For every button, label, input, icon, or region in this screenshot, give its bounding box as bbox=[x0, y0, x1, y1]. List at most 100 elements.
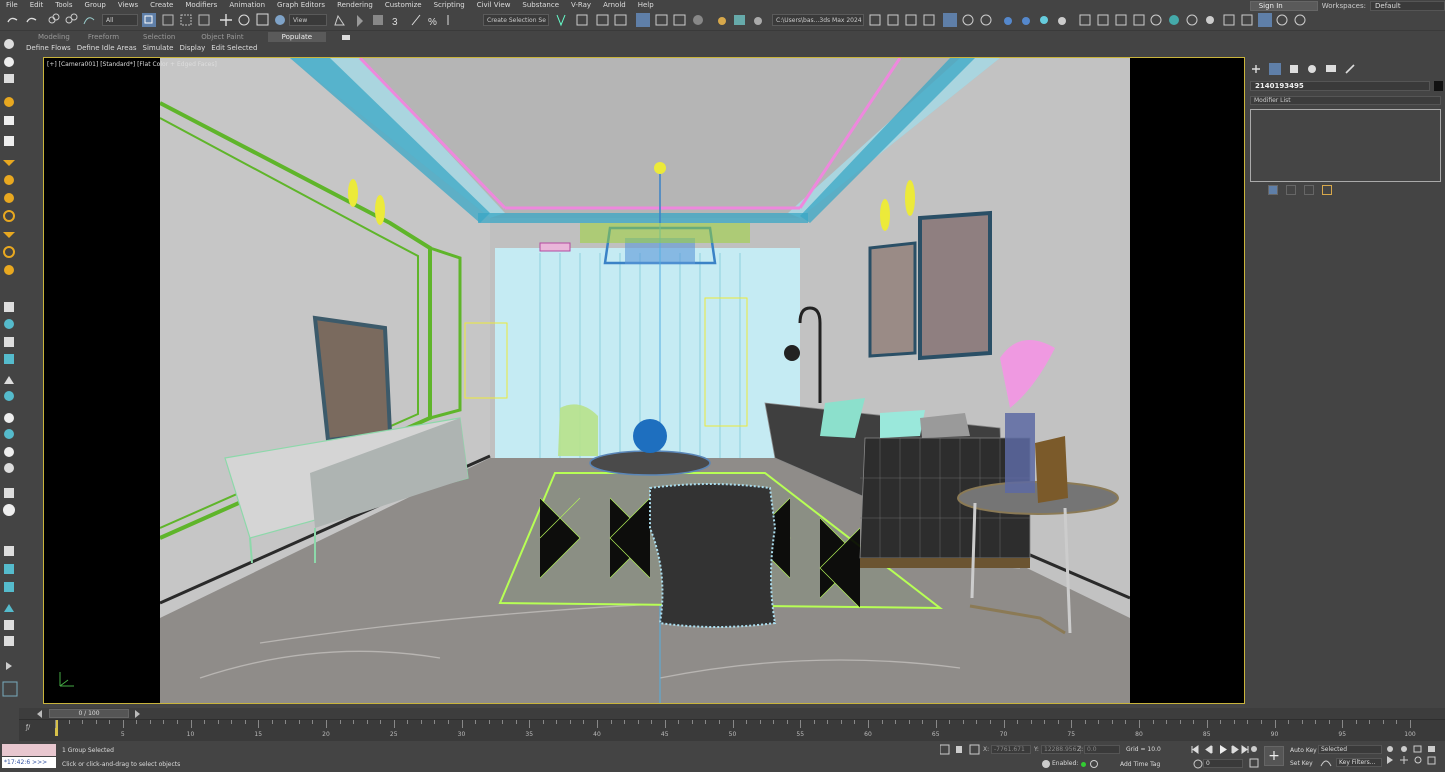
display-tab-icon[interactable] bbox=[1326, 65, 1336, 72]
make-unique-icon[interactable] bbox=[1286, 185, 1296, 195]
select-object-icon[interactable] bbox=[142, 13, 156, 27]
info-icon[interactable] bbox=[4, 636, 14, 646]
object-name-field[interactable]: 2140193495 bbox=[1250, 81, 1430, 91]
named-selection-set-dropdown[interactable]: Create Selection Se bbox=[483, 14, 549, 26]
time-slider[interactable]: 0 / 100 bbox=[19, 708, 1445, 719]
vray-toggle-icon[interactable] bbox=[1223, 14, 1235, 26]
scatter-icon[interactable] bbox=[4, 546, 14, 556]
simulate-button[interactable]: Simulate bbox=[143, 44, 174, 52]
modify-tab-icon[interactable] bbox=[1269, 63, 1281, 75]
spotlight-icon[interactable] bbox=[3, 160, 15, 166]
vray-icon-2[interactable] bbox=[905, 14, 917, 26]
vray-lister-icon[interactable] bbox=[962, 14, 974, 26]
z-coordinate[interactable]: 0.0 bbox=[1084, 745, 1120, 754]
link-icon[interactable] bbox=[48, 13, 60, 24]
vray-cam-icon[interactable] bbox=[1150, 14, 1162, 26]
sun-icon[interactable] bbox=[3, 210, 15, 222]
schematic-view-icon[interactable] bbox=[673, 14, 686, 26]
vray-dome-icon[interactable] bbox=[1022, 17, 1030, 25]
current-frame-field[interactable]: 0 bbox=[1203, 759, 1243, 768]
scene-explorer-icon[interactable] bbox=[614, 14, 627, 26]
viewport-label[interactable]: [+] [Camera001] [Standard*] [Flat Color … bbox=[47, 61, 217, 68]
water-icon[interactable] bbox=[4, 564, 14, 574]
teapot2-icon[interactable] bbox=[4, 582, 14, 592]
time-config-icon[interactable] bbox=[1251, 746, 1257, 752]
auto-key-button[interactable]: Auto Key bbox=[1290, 747, 1317, 754]
rect-selection-icon[interactable] bbox=[180, 14, 192, 26]
modifier-stack[interactable] bbox=[1250, 109, 1441, 182]
vray-sun-icon[interactable] bbox=[1058, 17, 1066, 25]
track-bar[interactable]: ƒ/ 5 10 15 20 25 30 35 40 45 50 55 60 65 70 75 80 85 90 95… bbox=[19, 719, 1445, 741]
percent-snap-icon[interactable]: % bbox=[428, 17, 437, 28]
teapot-icon[interactable] bbox=[4, 447, 14, 457]
dome-light-icon[interactable] bbox=[4, 265, 14, 275]
select-manipulate-icon[interactable] bbox=[357, 15, 363, 27]
vray-ipr-icon[interactable] bbox=[980, 14, 992, 26]
bind-space-warp-icon[interactable] bbox=[83, 17, 95, 25]
unlink-icon[interactable] bbox=[65, 13, 78, 24]
expand-arrow-icon[interactable] bbox=[6, 662, 12, 670]
render-icon[interactable] bbox=[754, 17, 762, 25]
set-key-big-button[interactable]: + bbox=[1264, 746, 1284, 766]
key-filters-button[interactable]: Key Filters... bbox=[1336, 758, 1382, 767]
vray-light-icon[interactable] bbox=[1004, 17, 1012, 25]
menu-group[interactable]: Group bbox=[79, 0, 112, 10]
tab-freeform[interactable]: Freeform bbox=[70, 32, 119, 42]
key-mode-icon[interactable] bbox=[1193, 759, 1203, 769]
layer-explorer-icon[interactable] bbox=[596, 14, 609, 26]
selection-filter-dropdown[interactable]: All bbox=[102, 14, 138, 26]
zoom-extents-all-icon[interactable] bbox=[1428, 746, 1435, 752]
vray-icon-1[interactable] bbox=[887, 14, 899, 26]
window-crossing-icon[interactable] bbox=[198, 14, 210, 26]
motion-tab-icon[interactable] bbox=[1308, 65, 1316, 73]
x-coordinate[interactable]: -7761.671 bbox=[991, 745, 1031, 754]
vray-logo-icon[interactable] bbox=[3, 504, 15, 516]
maxscript-mini-listener[interactable]: *17:42:6 >>> bbox=[2, 757, 56, 768]
zoom-all-icon[interactable] bbox=[1401, 746, 1407, 752]
vray-material-icon[interactable] bbox=[1169, 15, 1179, 25]
menu-modifiers[interactable]: Modifiers bbox=[179, 0, 223, 10]
key-tangent-icon[interactable] bbox=[1320, 758, 1332, 768]
array-icon[interactable] bbox=[4, 488, 14, 498]
display-button[interactable]: Display bbox=[179, 44, 205, 52]
set-key-button[interactable]: Set Key bbox=[1290, 760, 1313, 767]
menu-rendering[interactable]: Rendering bbox=[331, 0, 379, 10]
field-of-view-icon[interactable] bbox=[1387, 756, 1393, 764]
isolate-selection-icon[interactable] bbox=[940, 744, 950, 755]
absolute-mode-icon[interactable] bbox=[969, 744, 980, 755]
menu-help[interactable]: Help bbox=[632, 0, 660, 10]
reference-coord-dropdown[interactable]: View bbox=[289, 14, 327, 26]
workspace-select[interactable]: Default bbox=[1370, 0, 1445, 11]
hand-icon[interactable] bbox=[4, 39, 14, 49]
next-frame-icon[interactable] bbox=[1231, 745, 1239, 754]
time-slider-prev-icon[interactable] bbox=[37, 710, 42, 718]
prev-frame-icon[interactable] bbox=[1205, 745, 1213, 754]
maxscript-listener-pink[interactable] bbox=[2, 744, 56, 756]
viewport-config-icon[interactable] bbox=[1249, 758, 1259, 768]
forest-icon[interactable] bbox=[4, 604, 14, 612]
tube-icon[interactable] bbox=[4, 413, 14, 423]
redo-icon[interactable] bbox=[26, 17, 37, 23]
menu-substance[interactable]: Substance bbox=[516, 0, 565, 10]
vray-denoise-icon[interactable] bbox=[1241, 14, 1253, 26]
menu-views[interactable]: Views bbox=[112, 0, 144, 10]
lock-selection-icon[interactable] bbox=[956, 746, 962, 753]
remove-modifier-icon[interactable] bbox=[1304, 185, 1314, 195]
zoom-icon[interactable] bbox=[1387, 746, 1393, 752]
helper-icon[interactable] bbox=[4, 136, 14, 146]
ies-light-icon[interactable] bbox=[3, 232, 15, 238]
undo-icon[interactable] bbox=[7, 17, 18, 23]
select-by-name-icon[interactable] bbox=[162, 14, 174, 26]
curve-editor-icon[interactable] bbox=[655, 14, 668, 26]
tab-object-paint[interactable]: Object Paint bbox=[175, 32, 243, 42]
key-selection-dropdown[interactable]: Selected bbox=[1318, 745, 1382, 754]
menu-scripting[interactable]: Scripting bbox=[428, 0, 471, 10]
time-slider-handle[interactable]: 0 / 100 bbox=[49, 709, 129, 718]
ribbon-toggle-icon[interactable] bbox=[636, 13, 650, 27]
keyboard-shortcut-icon[interactable] bbox=[373, 15, 383, 25]
move-icon[interactable] bbox=[220, 14, 232, 26]
edit-selected-button[interactable]: Edit Selected bbox=[211, 44, 257, 52]
menu-customize[interactable]: Customize bbox=[379, 0, 428, 10]
material-editor-icon[interactable] bbox=[693, 15, 703, 25]
vray-frame-buffer-icon[interactable] bbox=[943, 13, 957, 27]
